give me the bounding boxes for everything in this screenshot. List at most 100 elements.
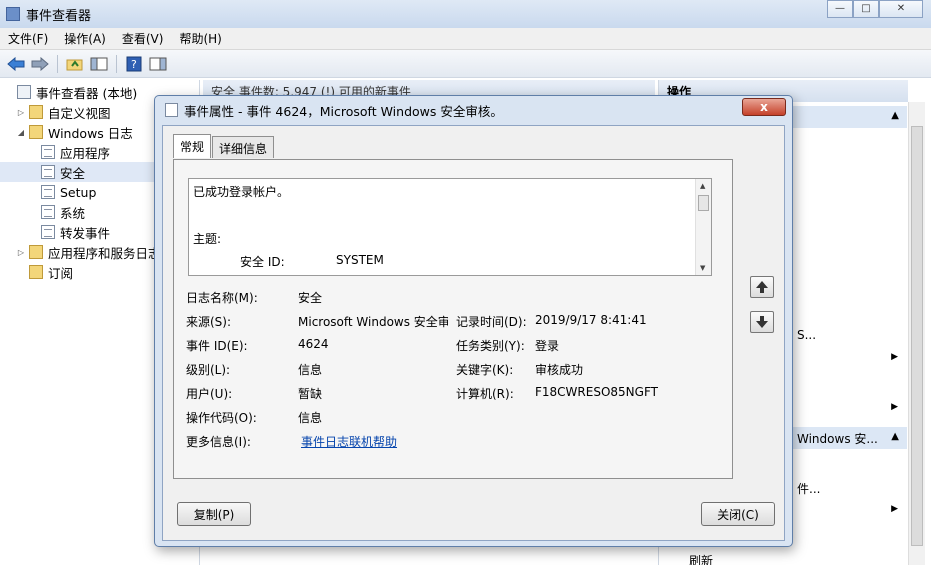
show-hide-tree-button[interactable] [89,54,109,74]
svg-text:?: ? [131,58,137,71]
event-id-value: 4624 [298,337,329,351]
tree-item-label: 安全 [60,165,86,181]
next-event-button[interactable] [750,311,774,333]
tree-item-label: Setup [60,184,97,200]
actions-group-event-label: Windows 安... [797,432,878,446]
description-subject: 主题: [193,232,222,246]
dialog-close-button[interactable]: x [742,98,786,116]
menu-action[interactable]: 操作(A) [56,30,114,47]
forward-button[interactable] [30,54,50,74]
action-item-text[interactable]: 件... [797,480,820,497]
log-icon [41,145,55,159]
logged-label: 记录时间(D): [456,315,527,329]
help-button[interactable]: ? [124,54,144,74]
folder-icon [29,265,43,279]
action-refresh[interactable]: 刷新 [689,552,713,565]
tab-general[interactable]: 常规 [173,134,212,158]
tree-item-label: 应用程序和服务日志 [48,245,161,261]
computer-value: F18CWRESO85NGFT [535,385,658,399]
tree-item-label: 转发事件 [60,225,111,241]
log-icon [41,205,55,219]
tree-item-label: 自定义视图 [48,105,111,121]
event-properties-dialog: 事件属性 - 事件 4624，Microsoft Windows 安全审核。 x… [154,95,793,547]
close-button[interactable]: 关闭(C) [701,502,775,526]
tree-item-label: 应用程序 [60,145,111,161]
event-id-label: 事件 ID(E): [186,339,248,353]
toolbar-separator [57,54,58,73]
user-label: 用户(U): [186,387,233,401]
description-sid-label: 安全 ID: [240,255,285,269]
tree-item-label: 订阅 [48,265,74,281]
expand-arrow-icon[interactable]: ◢ [16,128,26,137]
show-action-pane-button[interactable] [148,54,168,74]
folder-icon [29,245,43,259]
copy-button[interactable]: 复制(P) [177,502,251,526]
opcode-value: 信息 [298,411,323,425]
general-tab-panel: 已成功登录帐户。 主题: 安全 ID: SYSTEM ▲ ▼ 日志名称(M): … [173,159,733,479]
description-sid-value: SYSTEM [336,253,384,267]
action-item-text[interactable]: S... [797,328,816,342]
up-folder-button[interactable] [65,54,85,74]
scrollbar-thumb[interactable] [911,126,923,546]
log-name-label: 日志名称(M): [186,291,258,305]
keywords-value: 审核成功 [535,363,584,377]
folder-up-icon [66,59,83,70]
actions-scrollbar[interactable] [908,102,925,565]
window-title: 事件查看器 [26,8,92,24]
menu-help[interactable]: 帮助(H) [171,30,229,47]
submenu-arrow-icon: ▶ [891,352,898,362]
viewer-icon [17,85,31,99]
forward-arrow-icon [31,56,49,71]
source-label: 来源(S): [186,315,232,329]
maximize-button[interactable]: □ [853,0,879,18]
tree-item-label: 系统 [60,205,86,221]
toolbar: ? [0,50,931,78]
window-controls: — □ ✕ [827,0,923,18]
help-icon: ? [126,56,142,71]
description-line: 已成功登录帐户。 [193,185,290,199]
menu-view[interactable]: 查看(V) [114,30,172,47]
main-titlebar: 事件查看器 — □ ✕ [0,0,931,28]
level-label: 级别(L): [186,363,231,377]
event-description[interactable]: 已成功登录帐户。 主题: 安全 ID: SYSTEM ▲ ▼ [188,178,712,276]
submenu-arrow-icon: ▶ [891,504,898,514]
online-help-link[interactable]: 事件日志联机帮助 [301,433,397,450]
scroll-down-icon[interactable]: ▼ [700,264,705,272]
task-category-value: 登录 [535,339,560,353]
submenu-arrow-icon: ▶ [891,402,898,412]
expand-arrow-icon[interactable]: ▷ [16,108,26,117]
log-icon [41,185,55,199]
level-value: 信息 [298,363,323,377]
dialog-title: 事件属性 - 事件 4624，Microsoft Windows 安全审核。 [184,103,503,119]
log-name-value: 安全 [298,291,323,305]
folder-icon [29,105,43,119]
task-category-label: 任务类别(Y): [456,339,525,353]
previous-event-button[interactable] [750,276,774,298]
back-arrow-icon [7,56,25,71]
close-window-button[interactable]: ✕ [879,0,923,18]
source-value: Microsoft Windows 安全审 [298,315,448,329]
opcode-label: 操作代码(O): [186,411,257,425]
more-info-label: 更多信息(I): [186,435,251,449]
action-pane-icon [149,57,167,70]
folder-icon [29,125,43,139]
event-log-icon [165,103,178,117]
scroll-up-icon[interactable]: ▲ [700,182,705,190]
tree-item-label: Windows 日志 [48,125,133,141]
console-tree-icon [90,57,108,70]
computer-label: 计算机(R): [456,387,514,401]
description-scrollbar[interactable]: ▲ ▼ [695,179,711,275]
tab-strip: 常规 详细信息 [173,134,275,158]
dialog-client: 常规 详细信息 已成功登录帐户。 主题: 安全 ID: SYSTEM ▲ ▼ 日… [162,125,785,541]
back-button[interactable] [6,54,26,74]
scrollbar-thumb[interactable] [698,195,709,211]
dialog-titlebar: 事件属性 - 事件 4624，Microsoft Windows 安全审核。 x [155,96,792,124]
minimize-button[interactable]: — [827,0,853,18]
menu-file[interactable]: 文件(F) [0,30,56,47]
tree-item-label: 事件查看器 (本地) [36,85,138,101]
event-viewer-icon [6,7,20,21]
tab-details[interactable]: 详细信息 [212,136,275,158]
keywords-label: 关键字(K): [456,363,514,377]
expand-arrow-icon[interactable]: ▷ [16,248,26,257]
user-value: 暂缺 [298,387,323,401]
